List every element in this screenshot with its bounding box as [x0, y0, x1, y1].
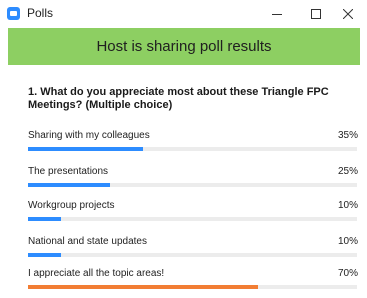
result-bar-track	[28, 285, 357, 289]
option-label: The presentations	[28, 166, 109, 177]
window-title: Polls	[27, 6, 54, 20]
result-bar-track	[28, 183, 357, 187]
option-label: National and state updates	[28, 236, 147, 247]
result-bar-track	[28, 253, 357, 257]
option-label: Workgroup projects	[28, 200, 115, 211]
minimize-button[interactable]	[258, 0, 296, 27]
option-label: Sharing with my colleagues	[28, 130, 150, 141]
poll-option: Workgroup projects 10%	[28, 200, 358, 230]
option-percent: 70%	[337, 268, 358, 279]
result-bar-fill	[28, 253, 61, 257]
option-label: I appreciate all the topic areas!	[28, 268, 165, 279]
result-bar-fill	[28, 285, 259, 289]
result-bar-fill	[28, 183, 111, 187]
option-percent: 35%	[337, 130, 358, 141]
close-icon	[343, 8, 353, 19]
minimize-icon	[272, 13, 282, 15]
option-percent: 10%	[337, 236, 358, 247]
option-percent: 10%	[337, 200, 358, 211]
poll-option: The presentations 25%	[28, 166, 358, 196]
result-bar-fill	[28, 217, 61, 221]
poll-option: Sharing with my colleagues 35%	[28, 130, 358, 160]
maximize-icon	[311, 8, 321, 19]
result-bar-track	[28, 217, 357, 221]
option-percent: 25%	[337, 166, 358, 177]
poll-option: National and state updates 10%	[28, 236, 358, 266]
result-bar-track	[28, 147, 357, 151]
poll-question: 1. What do you appreciate most about the…	[28, 86, 329, 111]
close-button[interactable]	[329, 0, 367, 27]
title-bar: Polls	[0, 0, 367, 27]
sharing-results-banner: Host is sharing poll results	[8, 28, 360, 65]
poll-option: I appreciate all the topic areas! 70%	[28, 268, 358, 298]
banner-text: Host is sharing poll results	[96, 38, 272, 55]
result-bar-fill	[28, 147, 144, 151]
zoom-app-icon	[7, 7, 20, 20]
